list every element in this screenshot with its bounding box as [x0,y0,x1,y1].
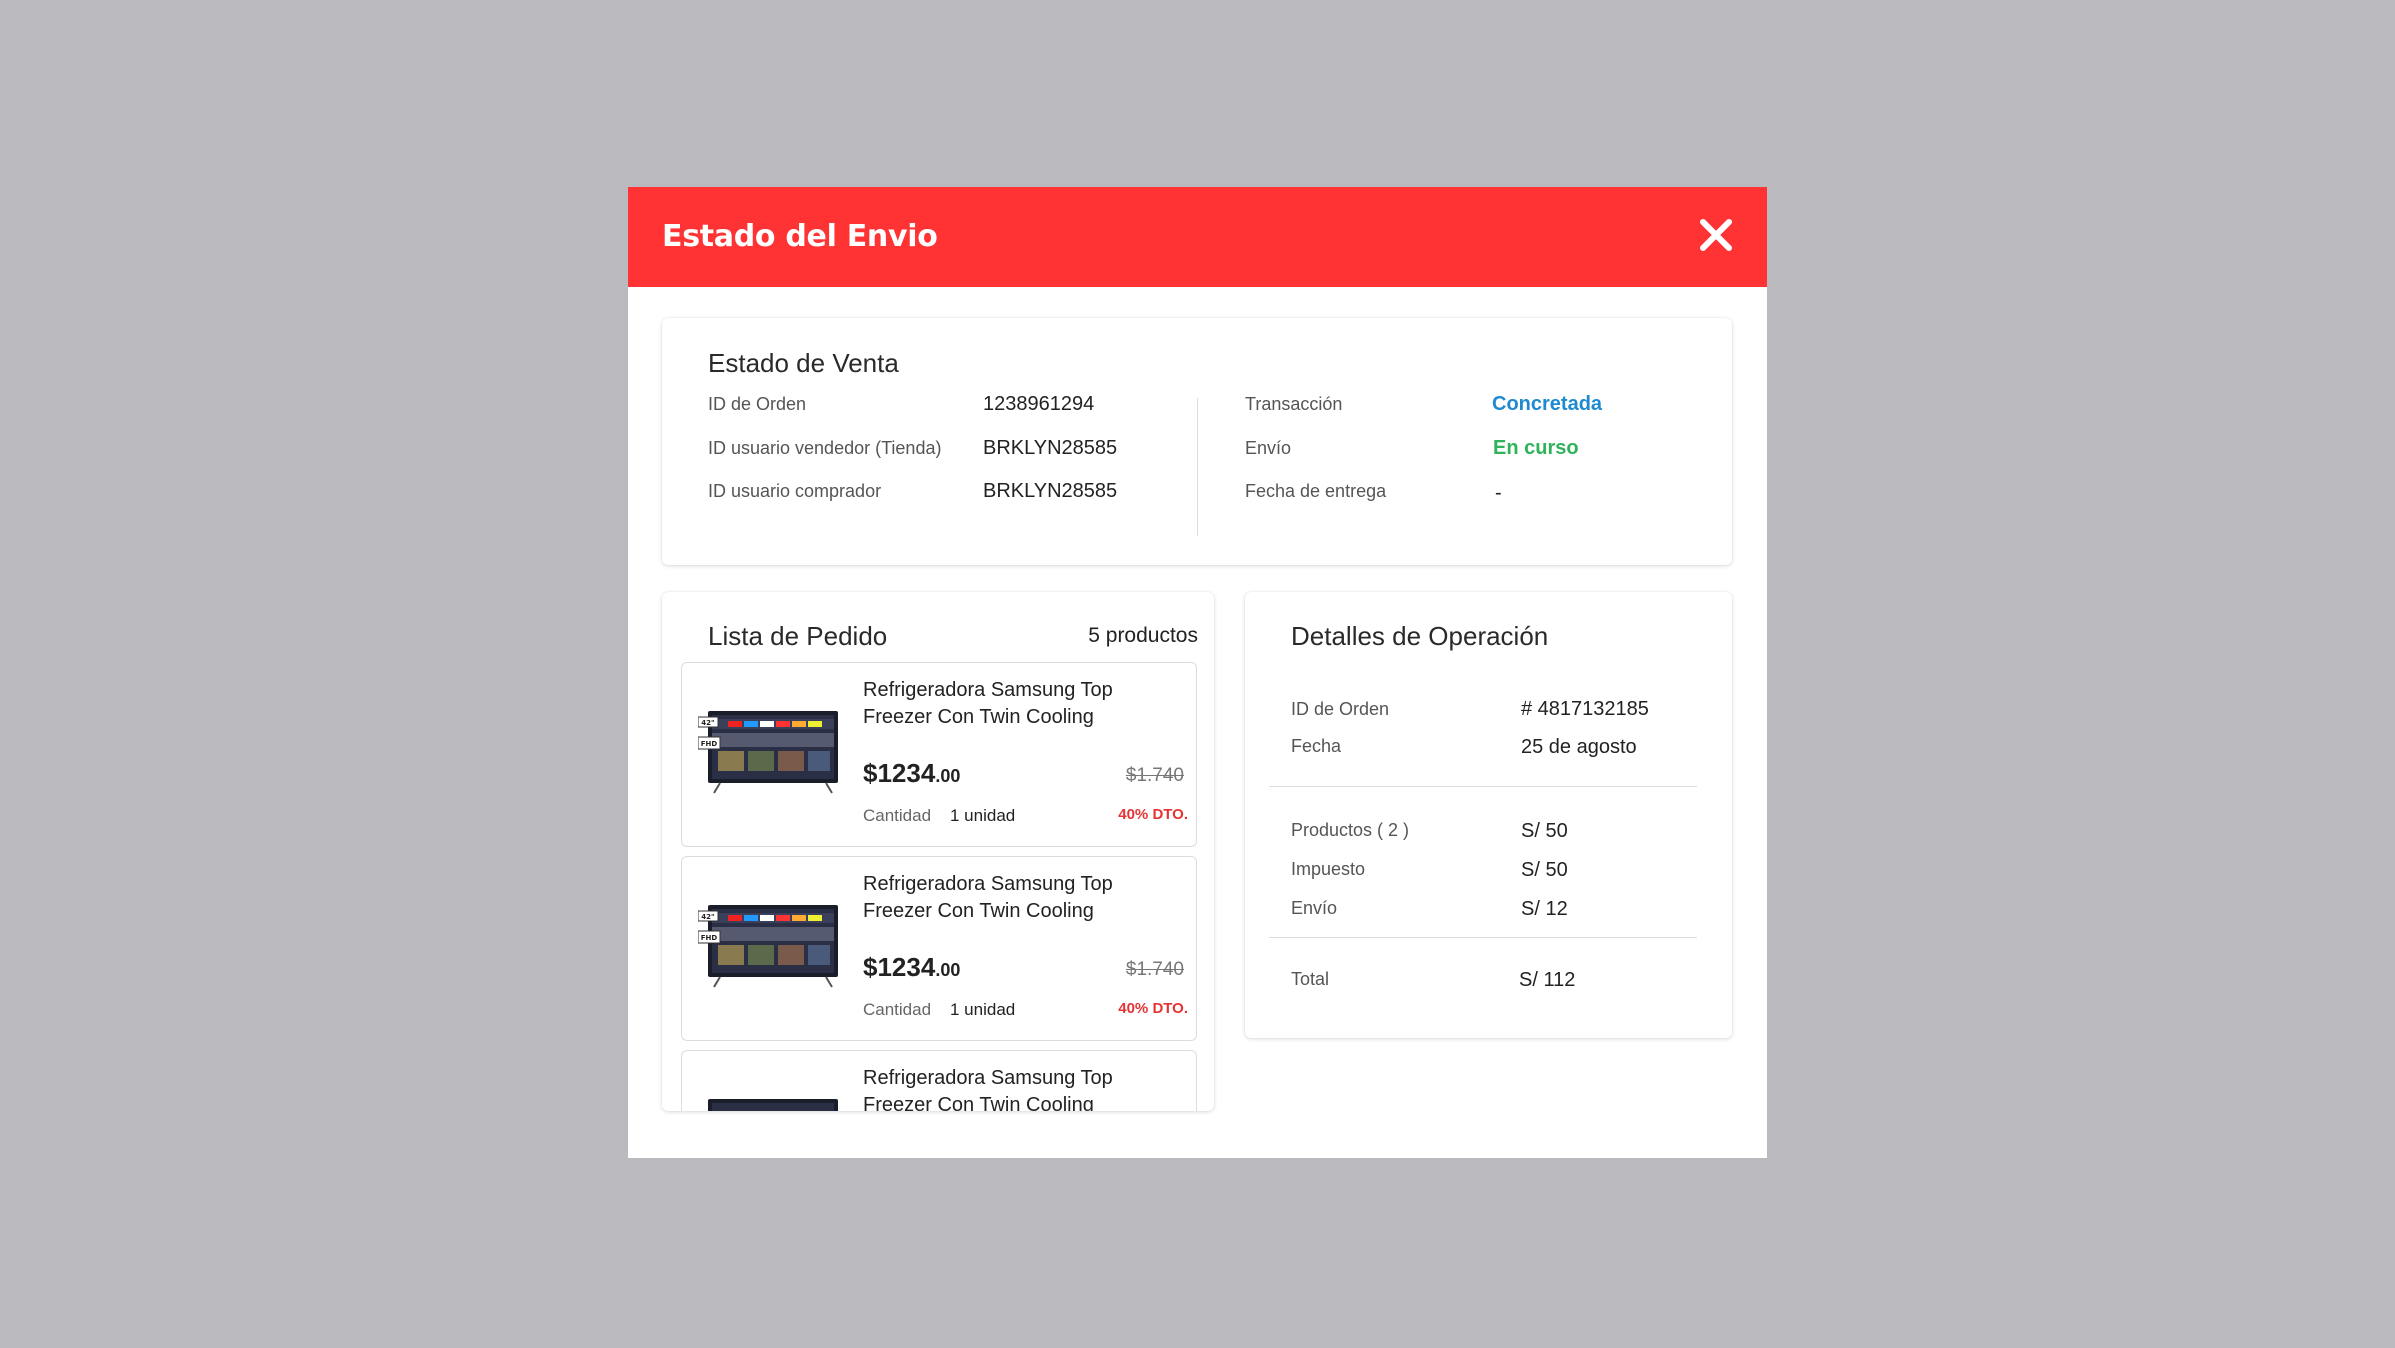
column-divider [1197,398,1198,536]
modal-header: Estado del Envio [628,187,1767,287]
operation-details-card: Detalles de Operación ID de Orden # 4817… [1245,592,1732,1038]
shipping-cost-label: Envío [1291,898,1338,918]
details-divider [1269,786,1697,787]
shipping-label: Envío [1245,438,1292,458]
detail-order-id-label: ID de Orden [1291,699,1390,719]
svg-text:FHD: FHD [701,934,718,942]
transaction-label: Transacción [1245,394,1343,414]
seller-id-label: ID usuario vendedor (Tienda) [708,438,942,458]
order-id-value: 1238961294 [983,393,1095,415]
delivery-date-label: Fecha de entrega [1245,481,1387,501]
product-old-price: $1.740 [1125,959,1184,980]
product-item[interactable]: 42" FHD Refrigeradora Samsung Top Freeze… [681,856,1197,1041]
quantity-label: Cantidad [863,1000,932,1019]
svg-text:FHD: FHD [701,740,718,748]
shipping-cost-value: S/ 12 [1521,898,1568,920]
close-icon [1700,219,1732,251]
close-button[interactable] [1699,218,1733,252]
products-cost-label: Productos ( 2 ) [1291,820,1410,840]
detail-date-value: 25 de agosto [1521,736,1637,758]
order-id-label: ID de Orden [708,394,807,414]
product-old-price: $1.740 [1125,765,1184,786]
tv-product-image [708,1099,838,1111]
svg-text:42": 42" [701,913,714,921]
discount-badge: 40% DTO. [1118,806,1188,823]
total-label: Total [1291,969,1330,989]
order-list-card: Lista de Pedido 5 productos 42" FHD Refr… [662,592,1214,1111]
product-item[interactable]: 42" FHD Refrigeradora Samsung Top Freeze… [681,662,1197,847]
tv-product-image: 42" FHD [698,905,838,988]
detail-order-id-value: # 4817132185 [1521,698,1649,720]
buyer-id-label: ID usuario comprador [708,481,882,501]
seller-id-value: BRKLYN28585 [983,437,1118,459]
product-price: $1234.00 [863,758,961,788]
product-count: 5 productos [1088,624,1198,647]
total-value: S/ 112 [1519,969,1576,991]
transaction-status-value: Concretada [1492,393,1603,415]
products-cost-value: S/ 50 [1521,820,1568,842]
product-name: Refrigeradora Samsung Top Freezer Con Tw… [863,873,1113,922]
product-name: Refrigeradora Samsung Top Freezer Con Tw… [863,679,1113,728]
sale-status-title: Estado de Venta [708,348,899,378]
detail-date-label: Fecha [1291,736,1342,756]
modal-title: Estado del Envio [662,219,938,254]
quantity-label: Cantidad [863,806,932,825]
total-divider [1269,937,1697,938]
product-price: $1234.00 [863,952,961,982]
tax-label: Impuesto [1291,859,1366,879]
order-list-title: Lista de Pedido [708,621,888,651]
discount-badge: 40% DTO. [1118,1000,1188,1017]
shipping-status-value: En curso [1493,437,1579,459]
svg-text:42": 42" [701,719,714,727]
shipping-status-modal: Estado del Envio Estado de Venta ID de O… [628,187,1767,1158]
quantity-value: 1 unidad [950,1000,1016,1019]
buyer-id-value: BRKLYN28585 [983,480,1118,502]
sale-status-card: Estado de Venta ID de Orden 1238961294 I… [662,318,1732,565]
tax-value: S/ 50 [1521,859,1568,881]
quantity-value: 1 unidad [950,806,1016,825]
delivery-date-value: - [1495,482,1502,504]
tv-product-image: 42" FHD [698,711,838,794]
operation-details-title: Detalles de Operación [1291,621,1549,651]
product-item[interactable]: Refrigeradora Samsung Top Freezer Con Tw… [681,1050,1197,1111]
product-name: Refrigeradora Samsung Top Freezer Con Tw… [863,1067,1113,1111]
